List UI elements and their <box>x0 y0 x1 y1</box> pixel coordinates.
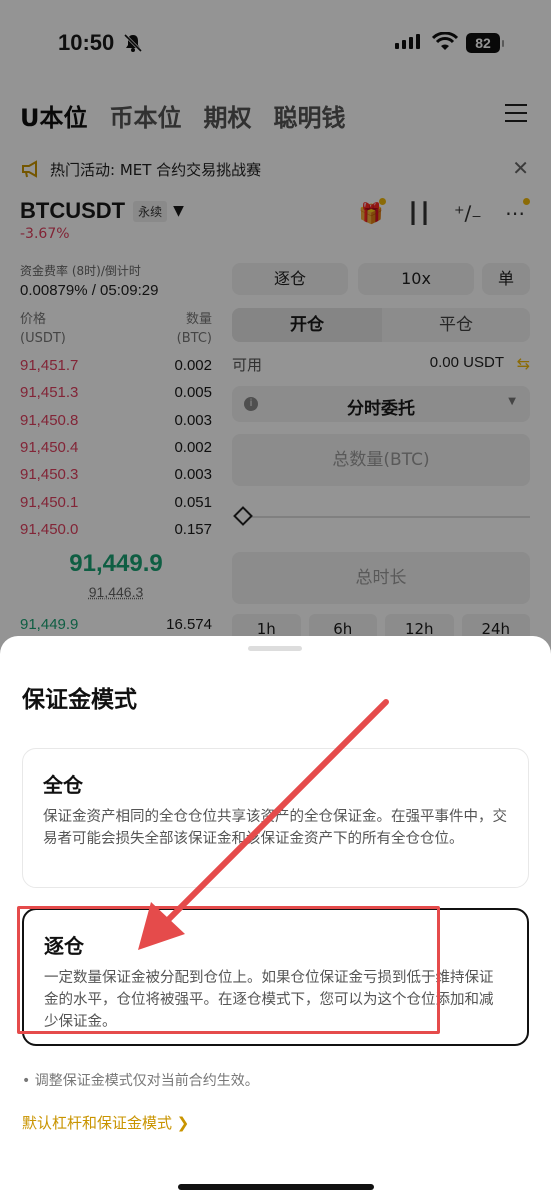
sheet-note: • 调整保证金模式仅对当前合约生效。 <box>22 1073 259 1089</box>
home-indicator <box>178 1184 374 1190</box>
sheet-grabber[interactable] <box>248 646 302 651</box>
sheet-title: 保证金模式 <box>22 687 137 713</box>
default-leverage-link[interactable]: 默认杠杆和保证金模式 ❯ <box>22 1112 189 1133</box>
cross-margin-option[interactable]: 全仓 保证金资产相同的全仓仓位共享该资产的全仓保证金。在强平事件中，交易者可能会… <box>22 748 529 888</box>
cross-margin-title: 全仓 <box>43 773 83 797</box>
annotation-highlight-box <box>17 906 440 1034</box>
cross-margin-desc: 保证金资产相同的全仓仓位共享该资产的全仓保证金。在强平事件中，交易者可能会损失全… <box>43 809 507 847</box>
